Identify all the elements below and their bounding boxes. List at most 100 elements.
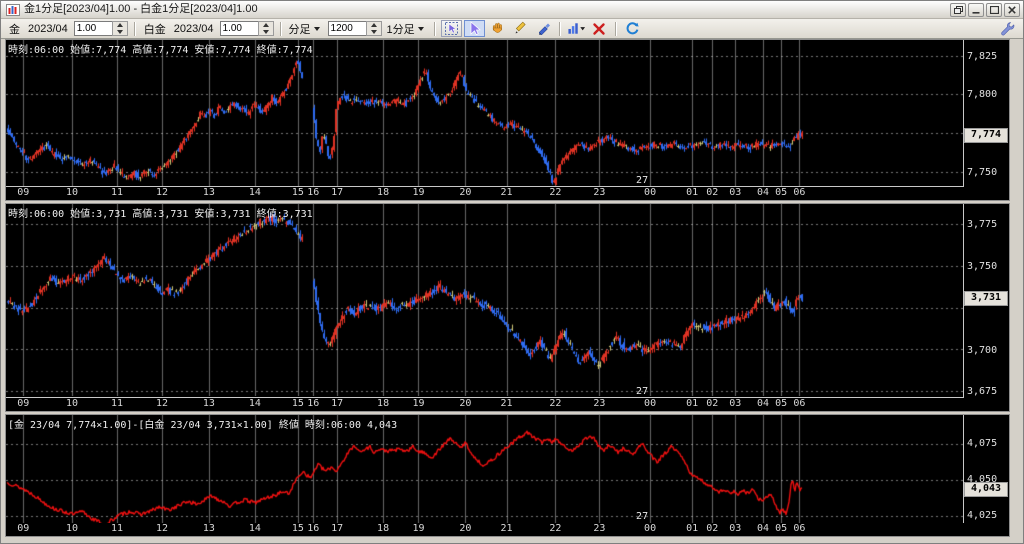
- toolbar-separator: [615, 22, 617, 36]
- spread-line-canvas[interactable]: [6, 415, 963, 523]
- chart-style-dropdown-button[interactable]: [566, 20, 587, 37]
- platinum-contract-month: 2023/04: [174, 23, 214, 35]
- x-tick-label: 14: [249, 523, 261, 534]
- bar-count-input[interactable]: 1200: [328, 21, 366, 36]
- platinum-time-axis: 0910111213141516171819202122230001020304…: [6, 398, 1009, 411]
- x-tick-label: 20: [459, 523, 471, 534]
- gold-time-axis: 0910111213141516171819202122230001020304…: [6, 187, 1009, 200]
- cursor-icon: [467, 21, 482, 36]
- x-tick-label: 04: [757, 523, 769, 534]
- toolbar-separator: [134, 22, 136, 36]
- hand-tool-button[interactable]: [487, 20, 508, 37]
- gold-price-axis: 7,7507,7757,8007,825 7,774: [964, 40, 1009, 187]
- bar-chart-icon: [567, 21, 586, 36]
- platinum-ohlc-readout: 時刻:06:00 始値:3,731 高値:3,731 安値:3,731 終値:3…: [8, 205, 313, 220]
- x-tick-label: 19: [412, 523, 424, 534]
- maximize-button[interactable]: [986, 3, 1002, 17]
- gold-candle-canvas[interactable]: [6, 40, 963, 186]
- gold-last-price-tag: 7,774: [964, 128, 1008, 143]
- spread-time-axis: 0910111213141516171819202122230001020304…: [6, 523, 1009, 536]
- x-tick-label: 10: [66, 187, 78, 198]
- x-tick-label: 12: [156, 523, 168, 534]
- pencil-tool-button[interactable]: [510, 20, 531, 37]
- interval-label: 1分足: [387, 21, 415, 37]
- x-tick-label: 21: [501, 398, 513, 409]
- gold-ratio-input[interactable]: 1.00: [74, 21, 112, 36]
- cursor-tool-button[interactable]: [464, 20, 485, 37]
- reload-button[interactable]: [622, 20, 643, 37]
- x-tick-label: 11: [111, 187, 123, 198]
- x-tick-label: 15: [292, 523, 304, 534]
- x-tick-label: 18: [377, 398, 389, 409]
- spread-plot-area[interactable]: [金 23/04 7,774×1.00]-[白金 23/04 3,731×1.0…: [6, 415, 964, 524]
- x-tick-label: 20: [459, 398, 471, 409]
- x-tick-label: 22: [549, 523, 561, 534]
- x-tick-label: 21: [501, 523, 513, 534]
- x-tick-label: 03: [729, 523, 741, 534]
- x-tick-label: 06: [793, 523, 805, 534]
- x-tick-label: 03: [729, 398, 741, 409]
- minimize-button[interactable]: [968, 3, 984, 17]
- x-tick-label: 15: [292, 187, 304, 198]
- gold-plot-area[interactable]: 時刻:06:00 始値:7,774 高値:7,774 安値:7,774 終値:7…: [6, 40, 964, 187]
- x-tick-label: 09: [17, 523, 29, 534]
- x-tick-label: 17: [331, 398, 343, 409]
- y-tick-label: 3,775: [967, 219, 997, 230]
- area-select-tool-button[interactable]: [441, 20, 462, 37]
- x-tick-label: 13: [203, 187, 215, 198]
- x-tick-label: 17: [331, 187, 343, 198]
- x-tick-label: 23: [593, 187, 605, 198]
- x-tick-label: 22: [549, 398, 561, 409]
- close-button[interactable]: [1004, 3, 1020, 17]
- gold-ratio-down-button[interactable]: [113, 29, 127, 36]
- period-mode-dropdown[interactable]: 分足: [288, 20, 324, 38]
- gold-ohlc-readout: 時刻:06:00 始値:7,774 高値:7,774 安値:7,774 終値:7…: [8, 41, 313, 56]
- gold-ratio-spinner: 1.00: [74, 21, 128, 36]
- hand-icon: [490, 21, 505, 36]
- app-chart-icon: [6, 4, 20, 16]
- chart-app-window: 金1分足[2023/04]1.00 - 白金1分足[2023/04]1.00 金…: [0, 0, 1024, 544]
- x-tick-label: 18: [377, 523, 389, 534]
- x-tick-label: 14: [249, 187, 261, 198]
- gold-symbol-label: 金: [9, 21, 20, 37]
- platinum-candle-canvas[interactable]: [6, 204, 963, 396]
- bar-count-down-button[interactable]: [367, 29, 381, 36]
- platinum-ratio-down-button[interactable]: [259, 29, 273, 36]
- x-tick-label: 23: [593, 398, 605, 409]
- x-tick-label: 11: [111, 523, 123, 534]
- chevron-down-icon: [418, 27, 424, 31]
- interval-dropdown[interactable]: 1分足: [386, 20, 428, 38]
- date-change-marker: 27: [636, 511, 648, 522]
- period-mode-label: 分足: [289, 21, 311, 37]
- x-tick-label: 06: [793, 398, 805, 409]
- pen-tool-button[interactable]: [533, 20, 554, 37]
- pen-icon: [536, 21, 551, 36]
- x-tick-label: 19: [412, 187, 424, 198]
- x-tick-label: 18: [377, 187, 389, 198]
- platinum-ratio-input[interactable]: 1.00: [220, 21, 258, 36]
- x-tick-label: 03: [729, 187, 741, 198]
- x-tick-label: 10: [66, 523, 78, 534]
- settings-wrench-button[interactable]: [997, 20, 1018, 37]
- x-tick-label: 17: [331, 523, 343, 534]
- x-tick-label: 12: [156, 398, 168, 409]
- x-tick-label: 11: [111, 398, 123, 409]
- delete-x-icon: [592, 22, 606, 36]
- x-tick-label: 01: [686, 187, 698, 198]
- x-tick-label: 04: [757, 187, 769, 198]
- title-bar[interactable]: 金1分足[2023/04]1.00 - 白金1分足[2023/04]1.00: [1, 1, 1023, 19]
- x-tick-label: 09: [17, 398, 29, 409]
- x-tick-label: 16: [307, 523, 319, 534]
- platinum-ratio-spinner: 1.00: [220, 21, 274, 36]
- bar-count-spinner: 1200: [328, 21, 382, 36]
- date-change-marker: 27: [636, 386, 648, 397]
- area-select-icon: [444, 21, 459, 36]
- x-tick-label: 14: [249, 398, 261, 409]
- x-tick-label: 12: [156, 187, 168, 198]
- x-tick-label: 00: [644, 398, 656, 409]
- platinum-plot-area[interactable]: 時刻:06:00 始値:3,731 高値:3,731 安値:3,731 終値:3…: [6, 204, 964, 397]
- x-tick-label: 20: [459, 187, 471, 198]
- delete-drawings-button[interactable]: [589, 20, 610, 37]
- platinum-symbol-label: 白金: [144, 21, 166, 37]
- float-window-button[interactable]: [950, 3, 966, 17]
